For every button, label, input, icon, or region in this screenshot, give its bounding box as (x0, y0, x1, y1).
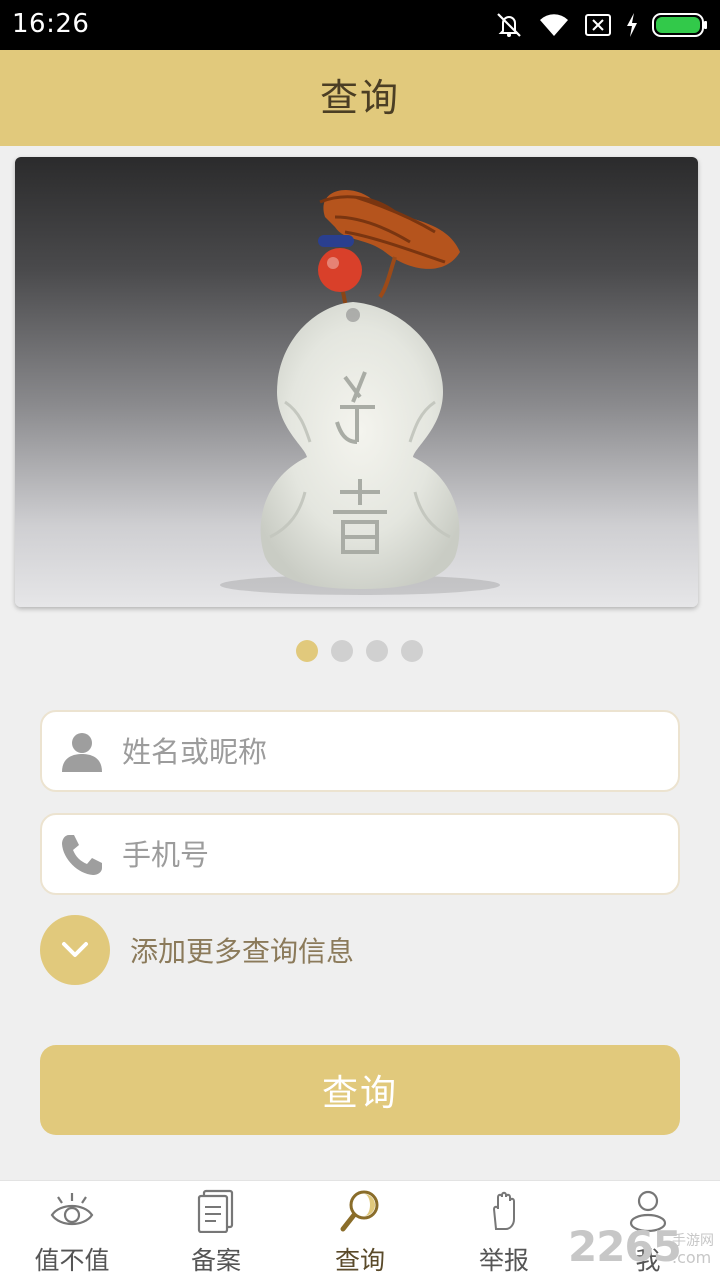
carousel-pagination (296, 640, 423, 662)
person-icon (62, 733, 102, 772)
add-more-label: 添加更多查询信息 (130, 935, 355, 968)
carousel-dot-4[interactable] (401, 640, 423, 662)
tab-report[interactable]: 举报 (432, 1181, 576, 1280)
battery-icon (652, 13, 707, 37)
wifi-icon (540, 14, 568, 36)
status-icons (494, 10, 708, 40)
phone-input[interactable] (122, 825, 662, 885)
banner-carousel[interactable] (15, 157, 698, 607)
page-title: 查询 (319, 76, 400, 120)
carousel-dot-2[interactable] (331, 640, 353, 662)
chevron-down-icon (62, 942, 88, 957)
tab-label: 举报 (478, 1246, 529, 1275)
expand-button[interactable] (40, 915, 110, 985)
jade-pendant-image (220, 190, 500, 595)
magnifier-icon (340, 1190, 379, 1232)
mute-icon (497, 13, 521, 37)
phone-icon (62, 835, 102, 875)
tab-worth-it[interactable]: 值不值 (0, 1181, 144, 1280)
add-more-info[interactable]: 添加更多查询信息 (40, 915, 354, 985)
carousel-dot-3[interactable] (366, 640, 388, 662)
tab-label: 值不值 (34, 1246, 110, 1275)
charging-icon (627, 13, 637, 37)
hand-icon (492, 1191, 515, 1230)
watermark-cn: 手游网 (672, 1233, 714, 1249)
tab-filing[interactable]: 备案 (144, 1181, 288, 1280)
eye-icon (50, 1193, 94, 1226)
name-field-container (40, 710, 680, 792)
carousel-dot-1[interactable] (296, 640, 318, 662)
watermark-number: 2265 (568, 1222, 682, 1271)
document-icon (197, 1189, 234, 1233)
tab-label: 查询 (334, 1246, 385, 1275)
app-header: 查询 (0, 50, 720, 146)
no-sim-icon (585, 14, 611, 36)
site-watermark: 2265 手游网 .com (568, 1222, 720, 1280)
tab-query[interactable]: 查询 (288, 1181, 432, 1280)
watermark-domain: .com (672, 1248, 712, 1267)
status-bar: 16:26 (0, 0, 720, 50)
status-time: 16:26 (12, 9, 90, 39)
query-button[interactable]: 查询 (40, 1045, 680, 1135)
name-input[interactable] (122, 722, 662, 782)
tab-label: 备案 (190, 1246, 241, 1275)
phone-field-container (40, 813, 680, 895)
